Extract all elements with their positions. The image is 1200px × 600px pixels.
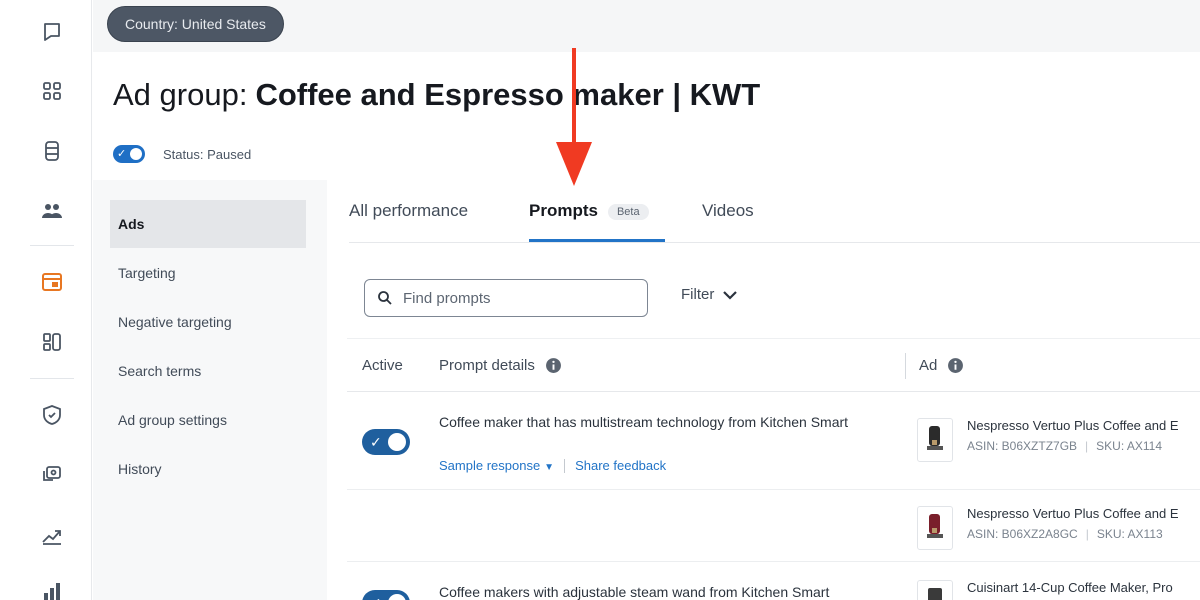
tab-prompts-label: Prompts	[529, 201, 598, 220]
icon-rail	[0, 0, 92, 600]
table-header: Active Prompt details Ad	[347, 338, 1200, 392]
prompt-actions: Sample response ▼ Share feedback	[439, 458, 666, 473]
country-selector[interactable]: Country: United States	[107, 6, 284, 42]
layout-icon[interactable]	[38, 328, 66, 356]
ad-group-header: Ad group: Coffee and Espresso maker | KWT…	[93, 52, 1200, 180]
database-icon[interactable]	[38, 137, 66, 165]
meta-separator: |	[1085, 527, 1089, 541]
filter-label: Filter	[681, 286, 715, 303]
product-thumbnail	[917, 580, 953, 600]
subnav-item-history[interactable]: History	[110, 445, 306, 493]
table-row: ✓ Coffee maker that has multistream tech…	[347, 392, 1200, 490]
top-bar: Country: United States	[93, 0, 1200, 52]
active-toggle[interactable]: ✓	[362, 429, 410, 455]
tab-bar: All performance Prompts Beta Videos	[349, 180, 1200, 243]
header-active: Active	[362, 357, 403, 374]
trend-icon[interactable]	[38, 521, 66, 549]
active-tab-indicator	[529, 239, 665, 242]
sample-response-link[interactable]: Sample response ▼	[439, 458, 554, 473]
check-icon: ✓	[370, 434, 382, 450]
filter-button[interactable]: Filter	[681, 286, 738, 303]
ad-info: Nespresso Vertuo Plus Coffee and E ASIN:…	[967, 506, 1179, 541]
people-icon[interactable]	[38, 197, 66, 225]
search-input[interactable]	[403, 289, 633, 307]
product-thumbnail	[917, 418, 953, 462]
beta-badge: Beta	[607, 203, 649, 220]
coffee-machine-image	[928, 588, 942, 600]
subnav-item-ad-group-settings[interactable]: Ad group settings	[110, 396, 306, 444]
ad-meta: ASIN: B06XZTZ7GB | SKU: AX114	[967, 439, 1179, 453]
asin: ASIN: B06XZTZ7GB	[967, 439, 1078, 453]
info-icon[interactable]	[545, 357, 562, 374]
share-feedback-link[interactable]: Share feedback	[575, 458, 666, 473]
subnav-item-search-terms[interactable]: Search terms	[110, 347, 306, 395]
status-row: ✓ Status: Paused	[113, 145, 251, 163]
tab-all-performance[interactable]: All performance	[349, 201, 468, 221]
comment-icon[interactable]	[38, 18, 66, 46]
link-separator	[564, 458, 566, 473]
rail-divider	[30, 378, 74, 379]
header-prompt-details-label: Prompt details	[439, 357, 535, 374]
title-prefix: Ad group:	[113, 77, 248, 112]
ad-info: Nespresso Vertuo Plus Coffee and E ASIN:…	[967, 418, 1179, 453]
grid-icon[interactable]	[38, 77, 66, 105]
info-icon[interactable]	[947, 357, 964, 374]
prompt-text: Coffee makers with adjustable steam wand…	[439, 584, 830, 600]
shield-icon[interactable]	[38, 401, 66, 429]
ad-info: Cuisinart 14-Cup Coffee Maker, Pro	[967, 580, 1173, 595]
sample-response-label: Sample response	[439, 458, 541, 473]
status-toggle[interactable]: ✓	[113, 145, 145, 163]
ad-group-subnav: Ads Targeting Negative targeting Search …	[93, 180, 327, 600]
coffee-machine-image	[927, 426, 943, 450]
header-prompt-details: Prompt details	[439, 357, 562, 374]
ad-cell: Nespresso Vertuo Plus Coffee and E ASIN:…	[917, 506, 1179, 550]
product-thumbnail	[917, 506, 953, 550]
active-toggle[interactable]: ✓	[362, 590, 410, 600]
status-text: Status: Paused	[163, 146, 252, 162]
asin: ASIN: B06XZ2A8GC	[967, 527, 1078, 541]
ad-cell: Nespresso Vertuo Plus Coffee and E ASIN:…	[917, 418, 1179, 462]
header-ad: Ad	[919, 357, 964, 374]
tab-videos[interactable]: Videos	[702, 201, 754, 221]
table-row: ✓ Coffee makers with adjustable steam wa…	[347, 562, 1200, 600]
header-ad-label: Ad	[919, 357, 938, 374]
subnav-item-ads[interactable]: Ads	[110, 200, 306, 248]
meta-separator: |	[1085, 439, 1089, 453]
search-icon	[378, 291, 392, 305]
subnav-item-targeting[interactable]: Targeting	[110, 249, 306, 297]
coffee-machine-image	[927, 514, 943, 538]
ad-title[interactable]: Nespresso Vertuo Plus Coffee and E	[967, 418, 1179, 433]
chat-icon[interactable]	[38, 461, 66, 489]
main-content: All performance Prompts Beta Videos Filte…	[327, 180, 1200, 600]
rail-divider	[30, 245, 74, 246]
sku: SKU: AX114	[1096, 439, 1162, 453]
campaign-icon[interactable]	[38, 268, 66, 296]
prompt-text: Coffee maker that has multistream techno…	[439, 414, 849, 430]
table-row: Nespresso Vertuo Plus Coffee and E ASIN:…	[347, 490, 1200, 562]
ad-group-name: Coffee and Espresso maker | KWT	[255, 77, 761, 112]
check-icon: ✓	[370, 594, 382, 600]
subnav-item-negative-targeting[interactable]: Negative targeting	[110, 298, 306, 346]
annotation-arrow-icon	[556, 48, 592, 186]
chevron-down-icon: ▼	[544, 462, 555, 473]
bar-chart-icon[interactable]	[38, 578, 66, 600]
page-title: Ad group: Coffee and Espresso maker | KWT	[113, 77, 760, 113]
ad-title[interactable]: Cuisinart 14-Cup Coffee Maker, Pro	[967, 580, 1173, 595]
ad-meta: ASIN: B06XZ2A8GC | SKU: AX113	[967, 527, 1179, 541]
ad-cell: Cuisinart 14-Cup Coffee Maker, Pro	[917, 580, 1173, 600]
chevron-down-icon	[723, 290, 738, 300]
check-icon: ✓	[117, 148, 127, 160]
ad-title[interactable]: Nespresso Vertuo Plus Coffee and E	[967, 506, 1179, 521]
column-separator[interactable]	[905, 353, 906, 379]
sku: SKU: AX113	[1096, 527, 1163, 541]
tab-prompts[interactable]: Prompts Beta	[529, 201, 649, 221]
search-field[interactable]	[364, 279, 648, 317]
